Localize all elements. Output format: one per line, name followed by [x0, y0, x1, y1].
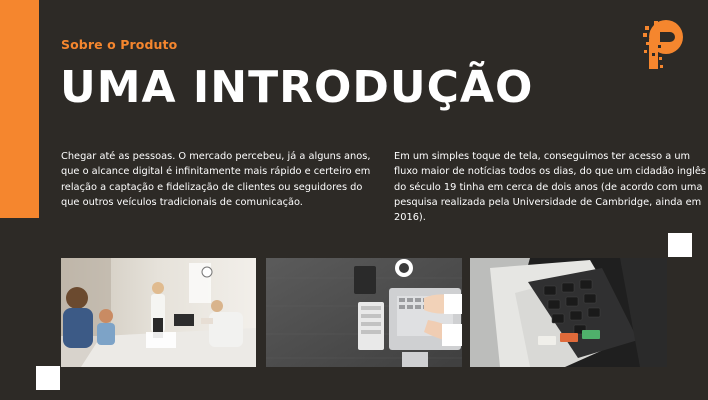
decorative-square-bottom-left: [36, 366, 60, 390]
intro-paragraph-right: Em um simples toque de tela, conseguimos…: [394, 151, 707, 224]
office-meeting-photo: [61, 258, 256, 367]
decorative-square-top-right: [668, 233, 692, 257]
voting-machine-photo: [470, 258, 667, 367]
slide-title: UMA INTRODUÇÃO: [60, 62, 534, 113]
pixel-p-logo-icon: [643, 20, 683, 69]
section-subtitle: Sobre o Produto: [61, 37, 178, 52]
slide: Sobre o Produto UMA INTRODUÇÃO Chegar at…: [0, 0, 708, 400]
orange-accent-bar: [0, 0, 39, 218]
intro-paragraph-left: Chegar até as pessoas. O mercado percebe…: [61, 151, 371, 208]
desk-laptop-photo: [266, 258, 462, 367]
